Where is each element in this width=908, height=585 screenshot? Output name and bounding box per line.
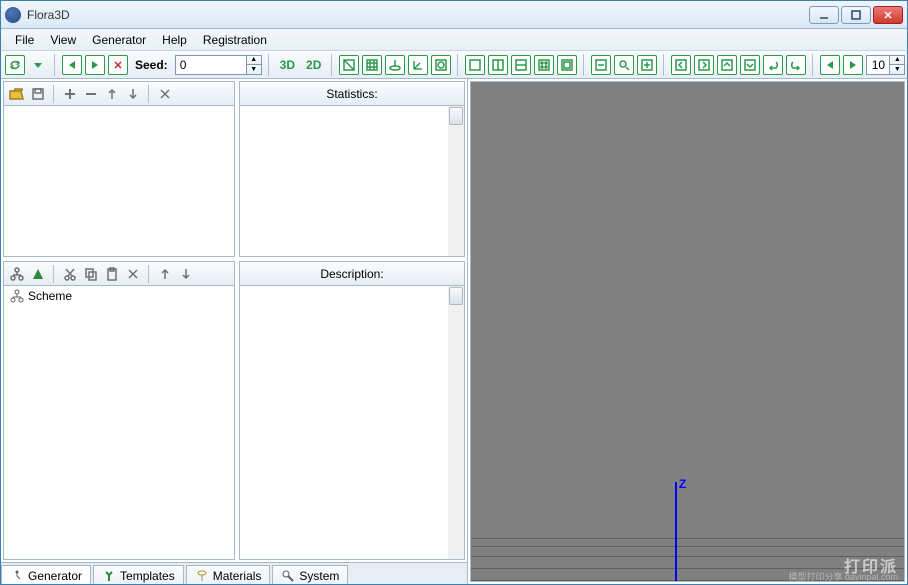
- description-pane: Description:: [239, 261, 465, 560]
- view4-icon[interactable]: [534, 55, 554, 75]
- tab-system[interactable]: System: [272, 565, 348, 584]
- tree-toolbar: [4, 262, 234, 286]
- wireframe-icon[interactable]: [431, 55, 451, 75]
- mode-3d-button[interactable]: 3D: [276, 56, 299, 74]
- delete-node-icon[interactable]: [124, 265, 142, 283]
- open-icon[interactable]: [8, 85, 26, 103]
- play-next-icon[interactable]: [843, 55, 863, 75]
- bottom-tabs: Generator Templates Materials System: [1, 562, 467, 584]
- tab-label: Generator: [28, 569, 82, 583]
- speed-spin-up[interactable]: ▲: [889, 56, 904, 66]
- description-scrollbar[interactable]: [448, 286, 464, 559]
- tab-label: Materials: [213, 569, 262, 583]
- menu-view[interactable]: View: [42, 30, 84, 50]
- ground-icon[interactable]: [385, 55, 405, 75]
- dropdown-icon[interactable]: [28, 55, 48, 75]
- close-button[interactable]: [873, 6, 903, 24]
- refresh-icon[interactable]: [5, 55, 25, 75]
- play-prev-icon[interactable]: [820, 55, 840, 75]
- workspace: Statistics:: [1, 79, 907, 584]
- main-toolbar: Seed: ▲ ▼ 3D 2D ▲ ▼ ory usage:: [1, 51, 907, 79]
- speed-input-group: ▲ ▼: [866, 55, 905, 75]
- node-up-icon[interactable]: [156, 265, 174, 283]
- zoom-fit-icon[interactable]: [614, 55, 634, 75]
- seed-label: Seed:: [135, 58, 168, 72]
- prev-icon[interactable]: [62, 55, 82, 75]
- view2-icon[interactable]: [488, 55, 508, 75]
- zoom-out-icon[interactable]: [591, 55, 611, 75]
- window-title: Flora3D: [27, 8, 809, 22]
- file-toolbar: [4, 82, 234, 106]
- watermark-sub: 模型打印分享 dayinpai.com: [788, 570, 898, 582]
- tab-generator[interactable]: Generator: [1, 565, 91, 584]
- tree-item-scheme[interactable]: Scheme: [4, 286, 234, 306]
- node-down-icon[interactable]: [177, 265, 195, 283]
- undo-icon[interactable]: [763, 55, 783, 75]
- cut-icon[interactable]: [61, 265, 79, 283]
- copy-icon[interactable]: [82, 265, 100, 283]
- left-column: Statistics:: [1, 79, 468, 584]
- tab-materials[interactable]: Materials: [186, 565, 271, 584]
- tab-templates[interactable]: Templates: [93, 565, 184, 584]
- statistics-header: Statistics:: [240, 82, 464, 106]
- file-pane: [3, 81, 235, 257]
- tree-body[interactable]: Scheme: [4, 286, 234, 559]
- bounds-icon[interactable]: [339, 55, 359, 75]
- redo-icon[interactable]: [786, 55, 806, 75]
- statistics-pane: Statistics:: [239, 81, 465, 257]
- menu-registration[interactable]: Registration: [195, 30, 275, 50]
- seed-input-group: ▲ ▼: [175, 55, 262, 75]
- menu-generator[interactable]: Generator: [84, 30, 154, 50]
- seed-spin-down[interactable]: ▼: [246, 65, 261, 74]
- view1-icon[interactable]: [465, 55, 485, 75]
- tree-node-icon[interactable]: [29, 265, 47, 283]
- viewport-3d[interactable]: Z 打印派 模型打印分享 dayinpai.com: [470, 81, 905, 582]
- app-icon: [5, 7, 21, 23]
- zoom-in-icon[interactable]: [637, 55, 657, 75]
- view3-icon[interactable]: [511, 55, 531, 75]
- tab-label: Templates: [120, 569, 175, 583]
- description-body[interactable]: [240, 286, 464, 559]
- seed-spin-up[interactable]: ▲: [246, 56, 261, 66]
- description-header: Description:: [240, 262, 464, 286]
- delete-item-icon[interactable]: [156, 85, 174, 103]
- mode-2d-button[interactable]: 2D: [302, 56, 325, 74]
- tree-item-label: Scheme: [28, 289, 72, 303]
- speed-spin-down[interactable]: ▼: [889, 65, 904, 74]
- nav-left-icon[interactable]: [671, 55, 691, 75]
- move-down-icon[interactable]: [124, 85, 142, 103]
- view5-icon[interactable]: [557, 55, 577, 75]
- grid-icon[interactable]: [362, 55, 382, 75]
- tab-label: System: [299, 569, 339, 583]
- menubar: File View Generator Help Registration: [1, 29, 907, 51]
- z-axis-label: Z: [679, 477, 686, 491]
- menu-file[interactable]: File: [7, 30, 42, 50]
- maximize-button[interactable]: [841, 6, 871, 24]
- minimize-button[interactable]: [809, 6, 839, 24]
- save-icon[interactable]: [29, 85, 47, 103]
- titlebar: Flora3D: [1, 1, 907, 29]
- add-icon[interactable]: [61, 85, 79, 103]
- hierarchy-icon[interactable]: [8, 265, 26, 283]
- move-up-icon[interactable]: [103, 85, 121, 103]
- paste-icon[interactable]: [103, 265, 121, 283]
- statistics-body: [240, 106, 464, 256]
- menu-help[interactable]: Help: [154, 30, 195, 50]
- nav-down-icon[interactable]: [740, 55, 760, 75]
- file-list[interactable]: [4, 106, 234, 256]
- nav-right-icon[interactable]: [694, 55, 714, 75]
- remove-icon[interactable]: [82, 85, 100, 103]
- statistics-scrollbar[interactable]: [448, 106, 464, 256]
- delete-icon[interactable]: [108, 55, 128, 75]
- next-icon[interactable]: [85, 55, 105, 75]
- tree-pane: Scheme: [3, 261, 235, 560]
- nav-up-icon[interactable]: [717, 55, 737, 75]
- speed-input[interactable]: [867, 56, 889, 74]
- axes-icon[interactable]: [408, 55, 428, 75]
- seed-input[interactable]: [176, 56, 246, 74]
